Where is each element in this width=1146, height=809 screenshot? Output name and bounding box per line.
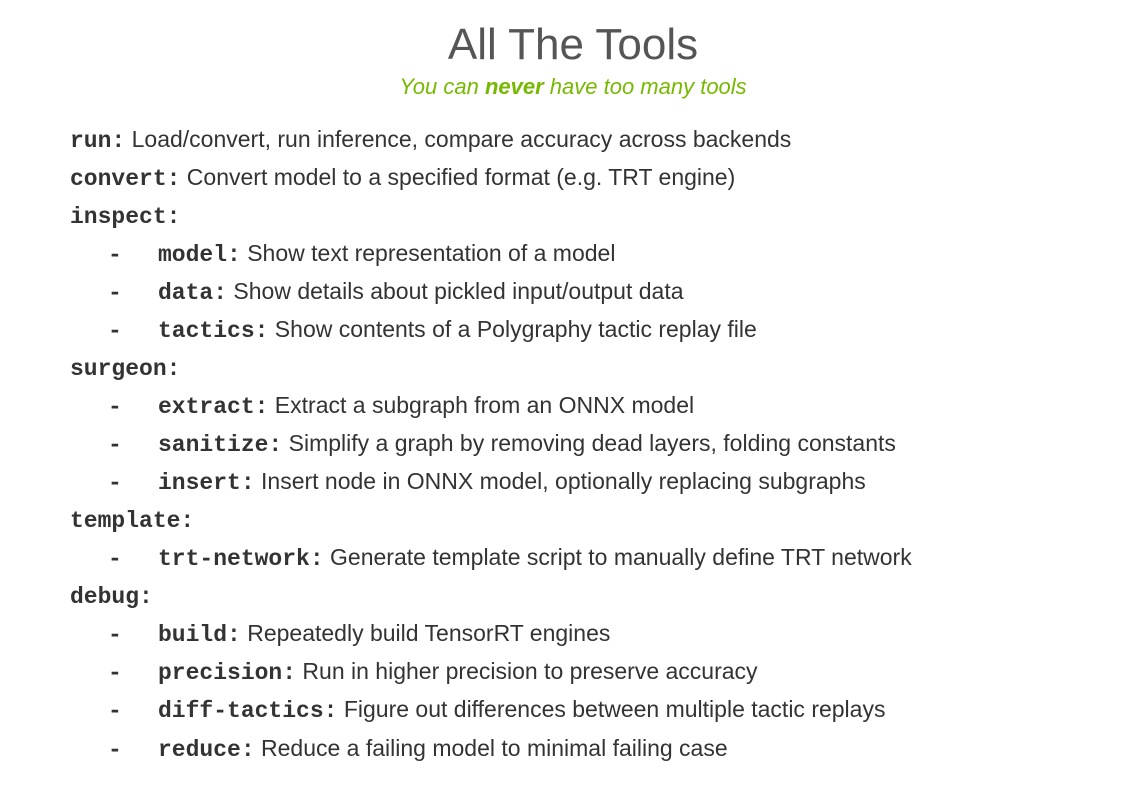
dash-icon: -	[108, 276, 158, 310]
tool-debug: debug:	[70, 578, 1076, 614]
dash-icon: -	[108, 238, 158, 272]
tool-name-inspect: inspect:	[70, 204, 180, 230]
tool-template: template:	[70, 502, 1076, 538]
tool-name-surgeon: surgeon:	[70, 356, 180, 382]
tool-desc-run: Load/convert, run inference, compare acc…	[125, 126, 791, 152]
sub-desc-build: Repeatedly build TensorRT engines	[241, 620, 611, 646]
tool-surgeon: surgeon:	[70, 350, 1076, 386]
tool-name-run: run:	[70, 128, 125, 154]
sub-desc-difftactics: Figure out differences between multiple …	[337, 696, 885, 722]
surgeon-extract: - extract: Extract a subgraph from an ON…	[108, 388, 1076, 424]
surgeon-sanitize: - sanitize: Simplify a graph by removing…	[108, 426, 1076, 462]
sub-name-build: build:	[158, 622, 241, 648]
dash-icon: -	[108, 733, 158, 767]
tool-name-debug: debug:	[70, 584, 153, 610]
sub-name-data: data:	[158, 280, 227, 306]
sub-desc-extract: Extract a subgraph from an ONNX model	[268, 392, 694, 418]
sub-desc-reduce: Reduce a failing model to minimal failin…	[255, 735, 728, 761]
dash-icon: -	[108, 466, 158, 500]
tool-convert: convert: Convert model to a specified fo…	[70, 160, 1076, 196]
dash-icon: -	[108, 390, 158, 424]
subtitle-emphasis: never	[485, 74, 544, 99]
sub-name-precision: precision:	[158, 660, 296, 686]
sub-name-extract: extract:	[158, 394, 268, 420]
dash-icon: -	[108, 694, 158, 728]
tool-run: run: Load/convert, run inference, compar…	[70, 122, 1076, 158]
dash-icon: -	[108, 542, 158, 576]
sub-desc-trtnetwork: Generate template script to manually def…	[324, 544, 912, 570]
template-sublist: - trt-network: Generate template script …	[70, 540, 1076, 576]
inspect-data: - data: Show details about pickled input…	[108, 274, 1076, 310]
debug-sublist: - build: Repeatedly build TensorRT engin…	[70, 616, 1076, 766]
dash-icon: -	[108, 656, 158, 690]
sub-name-sanitize: sanitize:	[158, 432, 282, 458]
sub-desc-sanitize: Simplify a graph by removing dead layers…	[282, 430, 896, 456]
sub-desc-data: Show details about pickled input/output …	[227, 278, 684, 304]
sub-name-difftactics: diff-tactics:	[158, 698, 337, 724]
subtitle-pre: You can	[399, 74, 485, 99]
slide-subtitle: You can never have too many tools	[70, 74, 1076, 100]
debug-reduce: - reduce: Reduce a failing model to mini…	[108, 731, 1076, 767]
sub-name-reduce: reduce:	[158, 737, 255, 763]
content-area: run: Load/convert, run inference, compar…	[70, 122, 1076, 767]
dash-icon: -	[108, 428, 158, 462]
sub-name-model: model:	[158, 242, 241, 268]
template-trtnetwork: - trt-network: Generate template script …	[108, 540, 1076, 576]
debug-build: - build: Repeatedly build TensorRT engin…	[108, 616, 1076, 652]
debug-precision: - precision: Run in higher precision to …	[108, 654, 1076, 690]
tool-desc-convert: Convert model to a specified format (e.g…	[180, 164, 735, 190]
debug-difftactics: - diff-tactics: Figure out differences b…	[108, 692, 1076, 728]
sub-desc-tactics: Show contents of a Polygraphy tactic rep…	[268, 316, 756, 342]
dash-icon: -	[108, 618, 158, 652]
inspect-sublist: - model: Show text representation of a m…	[70, 236, 1076, 348]
tool-name-convert: convert:	[70, 166, 180, 192]
sub-name-tactics: tactics:	[158, 318, 268, 344]
surgeon-sublist: - extract: Extract a subgraph from an ON…	[70, 388, 1076, 500]
tool-name-template: template:	[70, 508, 194, 534]
sub-desc-precision: Run in higher precision to preserve accu…	[296, 658, 758, 684]
tool-inspect: inspect:	[70, 198, 1076, 234]
sub-desc-model: Show text representation of a model	[241, 240, 616, 266]
inspect-tactics: - tactics: Show contents of a Polygraphy…	[108, 312, 1076, 348]
slide-title: All The Tools	[70, 20, 1076, 70]
sub-name-trtnetwork: trt-network:	[158, 546, 324, 572]
surgeon-insert: - insert: Insert node in ONNX model, opt…	[108, 464, 1076, 500]
sub-name-insert: insert:	[158, 470, 255, 496]
subtitle-post: have too many tools	[544, 74, 747, 99]
inspect-model: - model: Show text representation of a m…	[108, 236, 1076, 272]
dash-icon: -	[108, 314, 158, 348]
sub-desc-insert: Insert node in ONNX model, optionally re…	[255, 468, 866, 494]
